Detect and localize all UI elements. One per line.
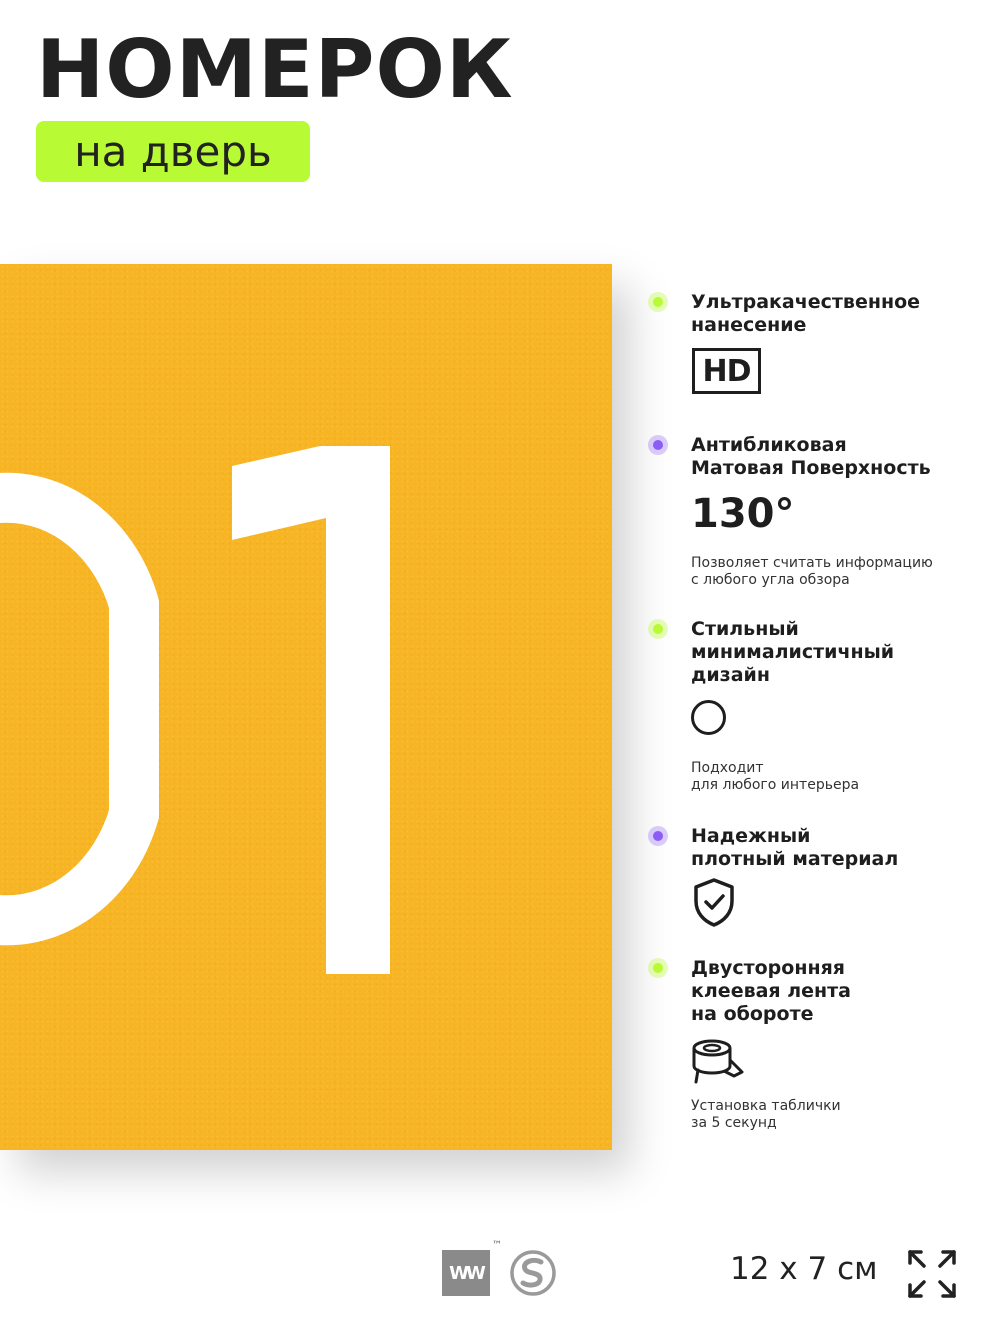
digit-one xyxy=(232,446,390,974)
feature-title: Надежный плотный материал xyxy=(691,825,899,870)
feature-note: Подходит для любого интерьера xyxy=(691,760,860,793)
hd-badge-icon: HD xyxy=(692,348,761,394)
viewing-angle-value: 130° xyxy=(691,491,795,537)
feature-title: Двусторонняя клеевая лента на обороте xyxy=(691,957,852,1025)
feature-item: Стильный минималистичный дизайн xyxy=(648,618,978,687)
feature-item: Надежный плотный материал xyxy=(648,825,978,871)
bullet-dot xyxy=(648,292,668,312)
page-title: НОМЕРОК xyxy=(36,23,514,116)
feature-item: Ультракачественное нанесение xyxy=(648,291,978,337)
trademark-sign: ™ xyxy=(492,1240,502,1251)
expand-icon xyxy=(908,1250,956,1298)
subtitle: на дверь xyxy=(74,126,272,176)
brand-s-logo xyxy=(510,1250,556,1296)
feature-title: Стильный минималистичный дизайн xyxy=(691,618,895,686)
bullet-dot xyxy=(648,958,668,978)
feature-note: Позволяет считать информацию с любого уг… xyxy=(691,555,933,588)
size-label: 12 x 7 см xyxy=(730,1251,878,1287)
bullet-dot xyxy=(648,619,668,639)
bullet-dot xyxy=(648,435,668,455)
feature-note: Установка таблички за 5 секунд xyxy=(691,1098,841,1131)
brand-w-logo: WW xyxy=(442,1250,490,1296)
shield-check-icon xyxy=(694,878,734,927)
door-number-sign xyxy=(0,264,612,1150)
circle-icon xyxy=(691,700,726,735)
subtitle-pill: на дверь xyxy=(36,121,310,182)
feature-title: Ультракачественное нанесение xyxy=(691,291,921,336)
bullet-dot xyxy=(648,826,668,846)
brand-w-logo-text: WW xyxy=(449,1262,486,1284)
hd-badge-label: HD xyxy=(702,353,751,389)
feature-item: Двусторонняя клеевая лента на обороте xyxy=(648,957,978,1026)
tape-roll-icon xyxy=(692,1039,744,1084)
digit-zero xyxy=(0,472,159,946)
feature-title: Антибликовая Матовая Поверхность xyxy=(691,434,931,479)
sign-number-graphic xyxy=(0,446,390,974)
feature-item: Антибликовая Матовая Поверхность xyxy=(648,434,978,480)
